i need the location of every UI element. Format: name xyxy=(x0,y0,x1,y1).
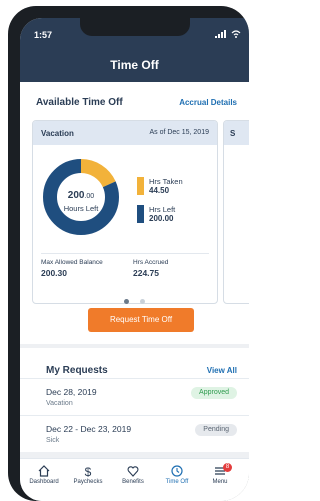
request-type: Vacation xyxy=(46,400,73,407)
legend-label: Hrs Taken xyxy=(149,177,183,186)
available-time-off-header: Available Time Off Accrual Details xyxy=(20,82,249,114)
view-all-link[interactable]: View All xyxy=(207,366,237,375)
next-card-header: S xyxy=(224,121,249,145)
status-icons xyxy=(215,30,241,40)
my-requests-title: My Requests xyxy=(46,365,108,376)
next-card-peek[interactable]: S xyxy=(223,120,249,304)
tab-menu[interactable]: Menu 8 xyxy=(200,463,240,485)
nav-bar: Time Off xyxy=(20,48,249,82)
legend-label: Hrs Left xyxy=(149,205,176,214)
tab-benefits[interactable]: Benefits xyxy=(113,465,153,485)
legend-swatch-left xyxy=(137,205,144,223)
svg-text:$: $ xyxy=(85,465,92,477)
clock-icon xyxy=(171,465,183,477)
legend-swatch-taken xyxy=(137,177,144,195)
page-title: Time Off xyxy=(110,58,159,72)
tab-label: Time Off xyxy=(165,479,189,485)
donut-center-decimal: .00 xyxy=(84,193,95,200)
donut-center-text: 200.00 Hours Left xyxy=(41,185,121,213)
request-row[interactable]: Dec 28, 2019 Vacation Approved xyxy=(20,378,249,415)
notification-badge: 8 xyxy=(223,463,232,472)
carousel-pagination xyxy=(20,291,249,309)
tab-label: Menu xyxy=(212,479,228,485)
page-dot[interactable] xyxy=(139,299,145,304)
home-icon xyxy=(38,465,50,477)
request-row[interactable]: Dec 22 - Dec 23, 2019 Sick Pending xyxy=(20,415,249,452)
legend-value: 44.50 xyxy=(149,186,170,195)
next-card-title: S xyxy=(230,129,236,138)
stat-label: Max Allowed Balance xyxy=(41,259,103,266)
dollar-icon: $ xyxy=(85,465,92,477)
card-header: Vacation As of Dec 15, 2019 xyxy=(33,121,217,145)
max-allowed-balance: Max Allowed Balance 200.30 xyxy=(41,259,103,278)
card-title: Vacation xyxy=(41,129,74,138)
hrs-accrued: Hrs Accrued 224.75 xyxy=(133,259,168,278)
wifi-icon xyxy=(231,30,241,40)
tab-time-off[interactable]: Time Off xyxy=(157,465,197,485)
status-badge: Pending xyxy=(195,424,237,436)
signal-icon xyxy=(215,30,227,40)
card-divider xyxy=(41,253,209,254)
time-off-carousel[interactable]: Vacation As of Dec 15, 2019 200.00 Hours… xyxy=(20,114,249,344)
tab-paychecks[interactable]: $ Paychecks xyxy=(68,465,108,485)
request-date: Dec 22 - Dec 23, 2019 xyxy=(46,424,132,434)
donut-center-value: 200 xyxy=(67,190,85,201)
notch xyxy=(80,18,190,36)
stat-value: 200.30 xyxy=(41,268,67,278)
tab-label: Benefits xyxy=(122,479,144,485)
card-as-of-date: As of Dec 15, 2019 xyxy=(149,129,209,136)
vacation-card[interactable]: Vacation As of Dec 15, 2019 200.00 Hours… xyxy=(32,120,218,304)
page-dot-active[interactable] xyxy=(124,299,130,304)
phone-frame: 1:57 Time Off Available Time Off Accrual… xyxy=(8,6,249,501)
status-badge: Approved xyxy=(191,387,237,399)
bottom-tab-bar: Dashboard $ Paychecks Benefits Time Off … xyxy=(20,458,249,501)
request-time-off-button[interactable]: Request Time Off xyxy=(88,308,194,332)
status-time: 1:57 xyxy=(34,30,53,40)
accrual-details-link[interactable]: Accrual Details xyxy=(179,98,237,107)
heart-icon xyxy=(127,466,139,477)
tab-label: Paychecks xyxy=(73,479,103,485)
stat-label: Hrs Accrued xyxy=(133,259,169,266)
donut-center-label: Hours Left xyxy=(63,204,99,213)
tab-dashboard[interactable]: Dashboard xyxy=(24,465,64,485)
my-requests-header: My Requests View All xyxy=(20,348,249,378)
request-date: Dec 28, 2019 xyxy=(46,387,97,397)
stat-value: 224.75 xyxy=(133,268,159,278)
request-type: Sick xyxy=(46,437,60,444)
screen: 1:57 Time Off Available Time Off Accrual… xyxy=(20,18,249,501)
tab-label: Dashboard xyxy=(29,479,59,485)
available-time-off-title: Available Time Off xyxy=(36,97,123,108)
legend-value: 200.00 xyxy=(149,214,174,223)
